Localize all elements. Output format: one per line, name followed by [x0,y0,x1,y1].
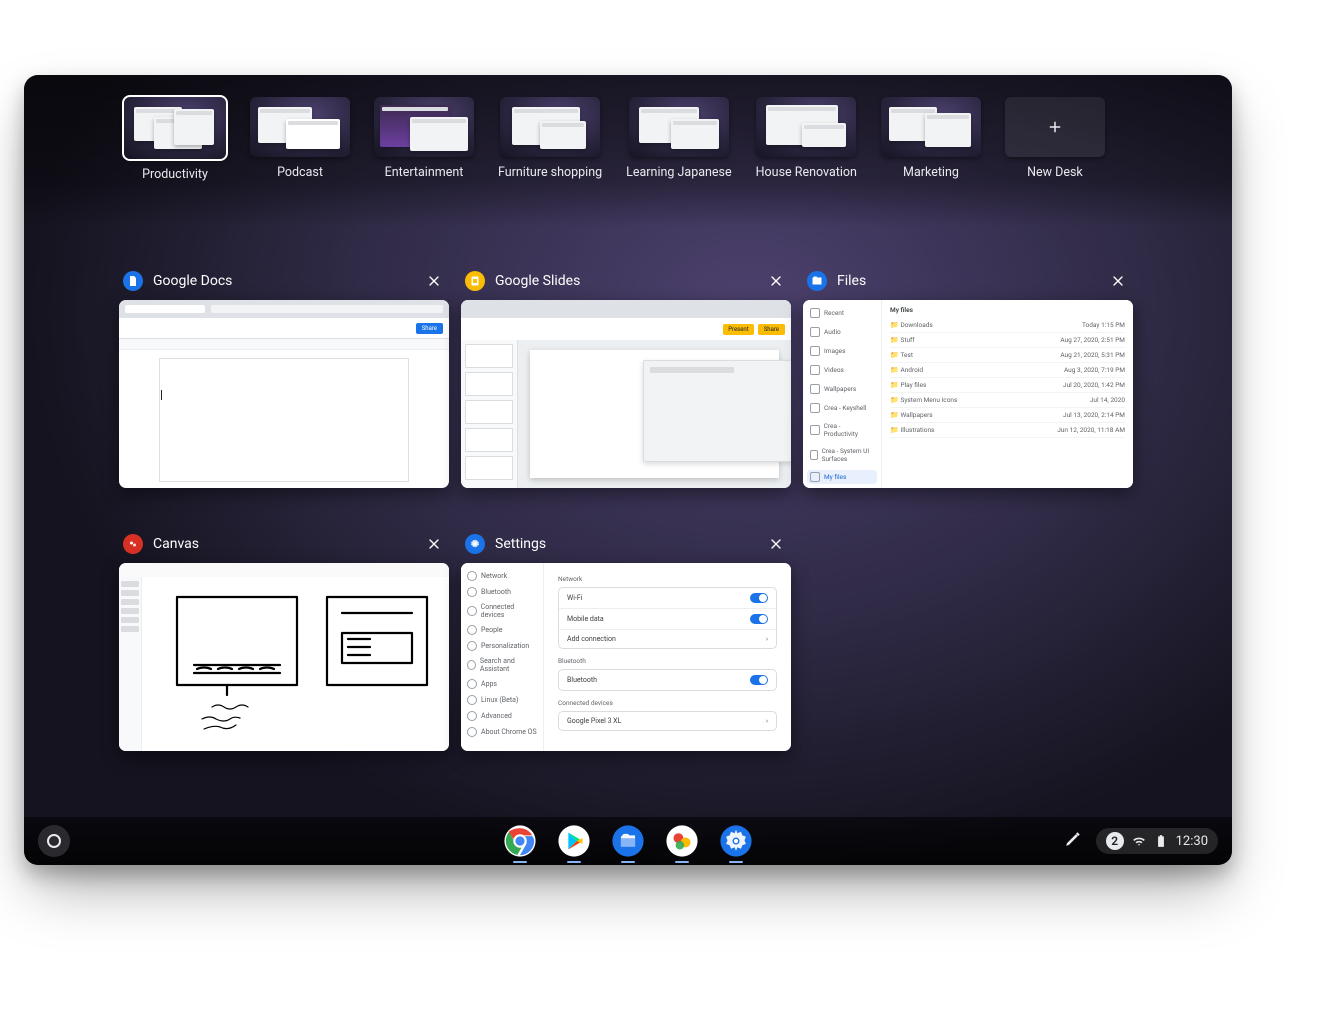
desk-label: Productivity [142,167,208,182]
settings-app-icon [719,824,753,858]
launcher-button[interactable] [38,825,70,857]
status-area[interactable]: 2 12:30 [1096,828,1218,854]
close-button[interactable] [423,533,445,555]
close-button[interactable] [765,533,787,555]
window-header: Google Slides [461,270,791,300]
window-card-canvas: Canvas [119,533,449,751]
settings-icon [465,534,485,554]
desk-label: Podcast [277,165,323,180]
battery-icon [1154,834,1168,848]
desk-thumbnail [374,97,474,157]
plus-icon [1046,118,1064,136]
window-title: Google Docs [153,273,413,289]
desk-label: Learning Japanese [626,165,732,180]
desk-renovation[interactable]: House Renovation [756,97,857,180]
desk-label: Furniture shopping [498,165,602,180]
shelf-apps [503,824,753,858]
desk-japanese[interactable]: Learning Japanese [626,97,732,180]
window-title: Canvas [153,536,413,552]
desk-thumbnail [500,97,600,157]
shelf-app-canvas[interactable] [665,824,699,858]
close-button[interactable] [765,270,787,292]
desk-thumbnail [881,97,981,157]
desk-label: House Renovation [756,165,857,180]
files-listing: My files DownloadsToday 1:15 PM StuffAug… [882,300,1133,488]
desk-thumbnail [756,97,856,157]
play-store-icon [557,824,591,858]
wifi-icon [1132,834,1146,848]
stylus-icon [1064,830,1082,848]
canvas-app-icon [665,824,699,858]
window-header: Google Docs [119,270,449,300]
shelf-app-chrome[interactable] [503,824,537,858]
new-desk-label: New Desk [1027,165,1083,180]
launcher-icon [47,834,61,848]
desk-podcast[interactable]: Podcast [250,97,350,180]
slides-icon [465,271,485,291]
close-button[interactable] [1107,270,1129,292]
window-title: Google Slides [495,273,755,289]
window-header: Canvas [119,533,449,563]
window-card-slides: Google Slides PresentShare [461,270,791,488]
window-title: Settings [495,536,755,552]
stylus-button[interactable] [1064,830,1082,852]
window-card-settings: Settings Network Bluetooth Connected dev… [461,533,791,751]
chrome-icon [503,824,537,858]
docs-icon [123,271,143,291]
desk-marketing[interactable]: Marketing [881,97,981,180]
window-card-files: Files Recent Audio Images Videos Wallpap… [803,270,1133,488]
close-icon [768,536,784,552]
desk-label: Marketing [903,165,959,180]
window-title: Files [837,273,1097,289]
window-header: Files [803,270,1133,300]
close-icon [1110,273,1126,289]
new-desk-button[interactable]: New Desk [1005,97,1105,180]
files-app-icon [611,824,645,858]
desk-thumbnail [629,97,729,157]
files-sidebar: Recent Audio Images Videos Wallpapers Cr… [803,300,882,488]
window-header: Settings [461,533,791,563]
clock: 12:30 [1176,834,1208,849]
close-icon [426,273,442,289]
canvas-icon [123,534,143,554]
desk-thumbnail [250,97,350,157]
overview-mode-screen: Productivity Podcast Entertainment [24,75,1232,865]
window-thumbnail-settings[interactable]: Network Bluetooth Connected devices Peop… [461,563,791,751]
shelf: 2 12:30 [24,817,1232,865]
window-card-docs: Google Docs Share [119,270,449,488]
window-thumbnail-canvas[interactable] [119,563,449,751]
window-thumbnail-docs[interactable]: Share [119,300,449,488]
desks-bar: Productivity Podcast Entertainment [24,75,1232,227]
window-thumbnail-slides[interactable]: PresentShare [461,300,791,488]
notification-count: 2 [1106,832,1124,850]
desk-furniture[interactable]: Furniture shopping [498,97,602,180]
desk-entertainment[interactable]: Entertainment [374,97,474,180]
files-icon [807,271,827,291]
shelf-app-files[interactable] [611,824,645,858]
shelf-app-play[interactable] [557,824,591,858]
desk-productivity[interactable]: Productivity [124,97,226,182]
new-desk-thumbnail [1005,97,1105,157]
desk-thumbnail [124,97,226,159]
desk-label: Entertainment [385,165,464,180]
close-icon [426,536,442,552]
window-thumbnail-files[interactable]: Recent Audio Images Videos Wallpapers Cr… [803,300,1133,488]
close-icon [768,273,784,289]
window-overview: Google Docs Share [119,270,1157,751]
shelf-app-settings[interactable] [719,824,753,858]
settings-sidebar: Network Bluetooth Connected devices Peop… [461,563,544,751]
close-button[interactable] [423,270,445,292]
